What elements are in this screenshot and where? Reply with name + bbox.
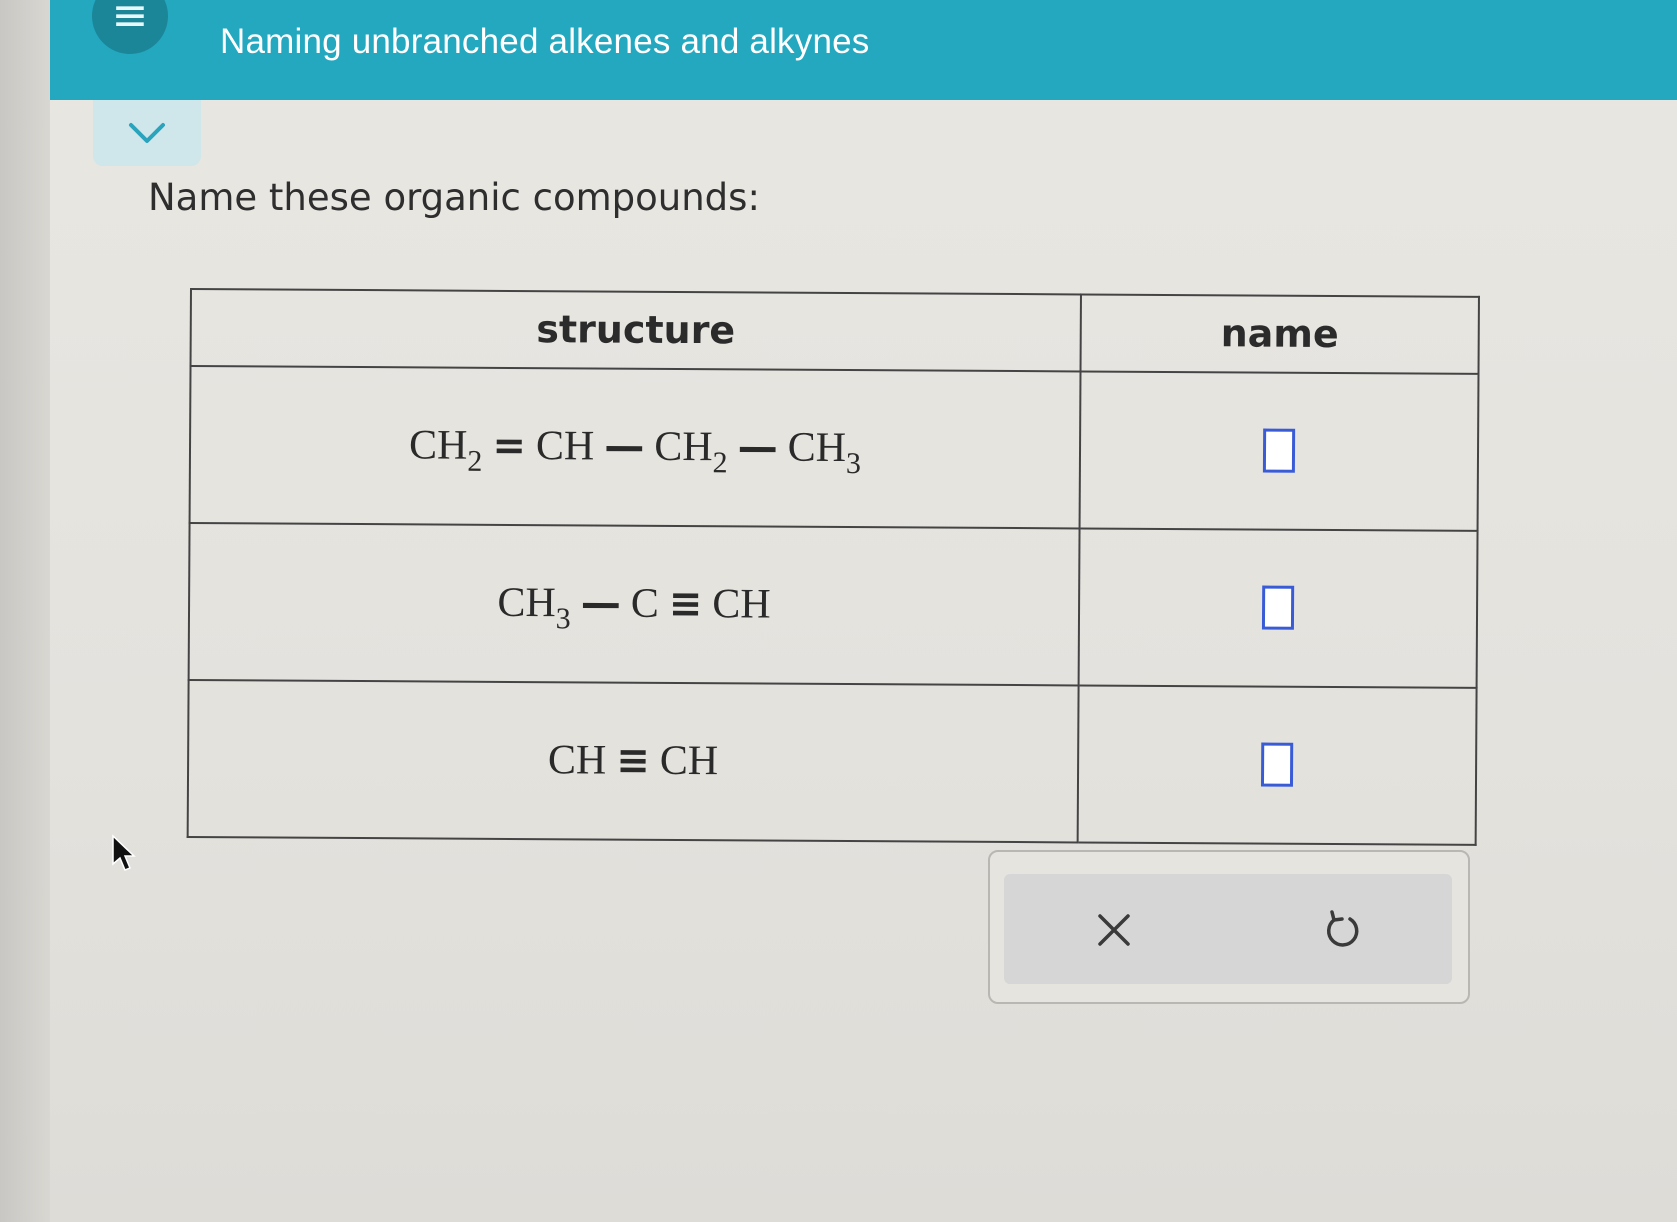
- triple-bond: ≡: [668, 581, 703, 628]
- single-bond: —: [580, 580, 621, 627]
- answer-tools-panel: [988, 850, 1470, 1004]
- clear-button[interactable]: [1086, 902, 1142, 958]
- structure-formula: CH ≡ CH: [547, 737, 719, 785]
- left-edge: [0, 0, 50, 1222]
- chevron-down-icon: [129, 123, 165, 143]
- structure-cell: CH3— C ≡ CH: [188, 522, 1080, 686]
- structure-formula: CH3— C ≡ CH: [497, 580, 771, 636]
- name-cell: [1077, 685, 1477, 845]
- hamburger-icon: ≡: [111, 0, 149, 41]
- page-title: Naming unbranched alkenes and alkynes: [220, 22, 870, 61]
- cursor-arrow-icon: [112, 834, 136, 871]
- name-input[interactable]: [1262, 428, 1296, 473]
- table-row: CH ≡ CH: [187, 679, 1477, 845]
- name-cell: [1079, 370, 1479, 531]
- structure-cell: CH2 = CH — CH2— CH3: [189, 365, 1081, 529]
- name-input[interactable]: [1261, 585, 1295, 630]
- question-prompt: Name these organic compounds:: [148, 176, 760, 219]
- x-icon: [1098, 914, 1130, 946]
- triple-bond: ≡: [616, 738, 651, 785]
- single-bond: —: [737, 424, 778, 471]
- collapse-toggle[interactable]: [93, 100, 201, 166]
- structure-header: structure: [190, 289, 1081, 371]
- compounds-table: structure name CH2 = CH — CH2— CH3 CH3— C ≡ CH C…: [187, 288, 1480, 846]
- undo-icon: [1326, 910, 1359, 947]
- table-row: CH3— C ≡ CH: [188, 522, 1478, 688]
- name-input[interactable]: [1260, 742, 1294, 788]
- table-header-row: structure name: [190, 289, 1479, 374]
- single-bond: —: [604, 423, 645, 470]
- table-row: CH2 = CH — CH2— CH3: [189, 365, 1479, 531]
- reset-button[interactable]: [1314, 902, 1370, 958]
- double-bond: =: [492, 422, 527, 470]
- name-header: name: [1080, 294, 1479, 374]
- structure-cell: CH ≡ CH: [187, 679, 1079, 843]
- name-cell: [1078, 528, 1478, 688]
- answer-tools-bar: [1004, 874, 1452, 984]
- structure-formula: CH2 = CH — CH2— CH3: [408, 422, 862, 481]
